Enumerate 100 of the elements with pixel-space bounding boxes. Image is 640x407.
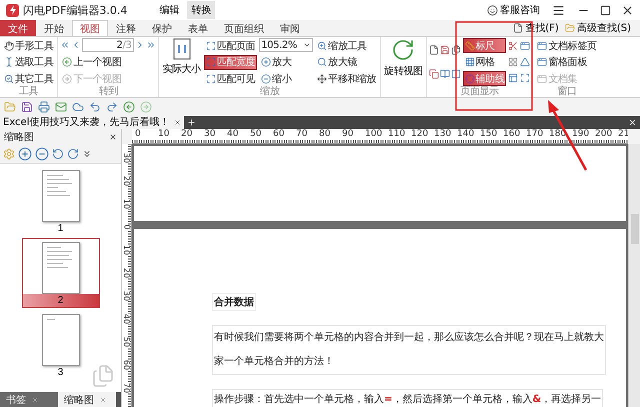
two-page-icon[interactable]	[450, 44, 461, 55]
display-toggle[interactable]: 网格	[462, 54, 506, 70]
panel-tab[interactable]: 书签	[0, 392, 58, 407]
last-page-icon[interactable]	[146, 40, 156, 50]
group-label: 页面显示	[459, 86, 500, 97]
panel-tab[interactable]: 缩略图	[58, 392, 116, 407]
ruler-label: 160	[503, 129, 522, 141]
display-toggle[interactable]: 标尺	[462, 38, 506, 53]
ruler-label: 20	[122, 175, 130, 186]
checker-icon[interactable]	[508, 56, 518, 67]
ruler-label: 130	[434, 129, 452, 141]
tool-button[interactable]: 选取工具	[2, 54, 56, 70]
continuous-page-icon[interactable]	[428, 69, 439, 80]
ribbon-tab[interactable]: 表单	[180, 20, 216, 36]
display-toggle[interactable]: 辅助线	[462, 71, 506, 86]
title-tab[interactable]: 编辑	[155, 1, 184, 19]
back-icon[interactable]	[123, 101, 135, 113]
previous-view-button[interactable]: 上一个视图	[60, 54, 156, 69]
heading-text: 合并数据	[212, 293, 256, 311]
ruler-label: 50	[250, 129, 262, 141]
window-title: 闪电PDF编辑器3.0.4	[23, 2, 128, 18]
mail-icon[interactable]	[55, 101, 67, 113]
page-thumbnail[interactable]: 2	[22, 238, 100, 308]
actual-size-button[interactable]: 实际大小	[161, 38, 202, 86]
close-icon	[32, 396, 38, 402]
fit-icon	[206, 40, 216, 50]
ruler-label: 10	[158, 129, 170, 141]
ruler-label: 100	[365, 129, 384, 141]
group-label: 工具	[18, 86, 40, 97]
support-button[interactable]: 客服咨询	[487, 3, 540, 17]
rotate-right-icon[interactable]	[67, 148, 79, 160]
ribbon-tab[interactable]: 文件	[0, 20, 36, 36]
print-icon[interactable]	[38, 101, 50, 113]
ruler-label: 40	[227, 129, 240, 141]
first-page-icon[interactable]	[60, 40, 70, 50]
maximize-icon[interactable]	[600, 4, 611, 16]
fit-button[interactable]: 匹配可见	[204, 71, 258, 86]
book-view-icon[interactable]	[440, 69, 450, 80]
window-icon[interactable]	[520, 40, 530, 51]
window-icon	[537, 40, 548, 50]
ribbon-tab[interactable]: 视图	[72, 20, 108, 36]
vertical-scrollbar[interactable]	[628, 144, 640, 407]
ruler-label: 170	[526, 129, 544, 141]
ruler-label: 60	[122, 359, 130, 370]
layout-icon[interactable]	[508, 73, 518, 84]
single-page-icon[interactable]	[428, 44, 439, 55]
ribbon-tab[interactable]: 开始	[36, 20, 72, 36]
page-thumbnail[interactable]: 1	[22, 166, 100, 236]
text-cursor-icon	[4, 57, 14, 67]
caret-icon	[303, 41, 312, 49]
zoom-icon	[317, 40, 328, 50]
ruler-label: 70	[296, 129, 308, 141]
zoom-out-icon[interactable]	[35, 146, 49, 160]
ruler-label: 200	[595, 129, 614, 141]
group-label: 缩放	[259, 86, 280, 97]
undo-icon[interactable]	[89, 101, 101, 113]
zoom-dropdown[interactable]: 105.2%	[259, 38, 314, 52]
tool-button[interactable]: 其它工具	[2, 71, 56, 86]
rotate-view-button[interactable]: 旋转视图	[383, 38, 424, 97]
close-icon[interactable]	[109, 132, 117, 140]
tool-button[interactable]: 手形工具	[2, 38, 56, 53]
zoom-tool-button[interactable]: 缩放工具	[315, 38, 378, 53]
page-thumbnail[interactable]: 3	[22, 310, 100, 380]
triangle-icon[interactable]	[520, 56, 530, 67]
fit-icon	[206, 57, 216, 67]
save-icon[interactable]	[21, 101, 33, 113]
zoom-tool-button[interactable]: 放大镜	[315, 54, 378, 70]
zoom-out-button[interactable]: 缩小	[259, 71, 314, 86]
fit-button[interactable]: 匹配页面	[204, 38, 258, 53]
fit-button[interactable]: 匹配宽度	[204, 54, 258, 70]
fit-icon[interactable]	[520, 73, 530, 84]
cloud-icon[interactable]	[72, 101, 84, 113]
rotate-left-icon[interactable]	[52, 148, 64, 160]
columns-view-icon[interactable]	[450, 69, 461, 80]
close-icon[interactable]	[621, 4, 634, 16]
menu-icon[interactable]	[552, 4, 565, 16]
panel-title: 缩略图	[4, 130, 34, 144]
more-icon[interactable]	[82, 148, 92, 158]
ribbon-tab[interactable]: 保护	[144, 20, 180, 36]
ribbon-tab[interactable]: 注释	[108, 20, 144, 36]
group-label: 转到	[98, 86, 119, 97]
ruler-label: 80	[319, 129, 332, 141]
zoom-tool-button[interactable]: 平移和缩放	[315, 71, 378, 86]
window-icon	[537, 57, 548, 67]
scissors-icon[interactable]	[508, 40, 518, 51]
document-tab[interactable]: Excel使用技巧又来袭，先马后看哦！	[0, 116, 184, 129]
hand-icon	[4, 40, 14, 50]
document-icon	[513, 23, 524, 33]
zoom-in-button[interactable]: 放大	[259, 54, 314, 69]
ruler-label: 30	[122, 152, 130, 163]
page-number-field[interactable]: 2/3	[82, 38, 134, 52]
zoom-in-icon[interactable]	[18, 146, 32, 160]
ribbon-tab[interactable]: 审阅	[272, 20, 308, 36]
redo-icon[interactable]	[106, 101, 118, 113]
title-tab[interactable]: 转换	[187, 1, 216, 19]
window-option-button[interactable]: 文档标签页	[535, 38, 598, 53]
ribbon-tab[interactable]: 页面组织	[216, 20, 272, 36]
page-view-icon[interactable]	[440, 44, 450, 55]
grid-icon	[464, 57, 475, 67]
window-option-button[interactable]: 窗格面板	[535, 54, 598, 70]
